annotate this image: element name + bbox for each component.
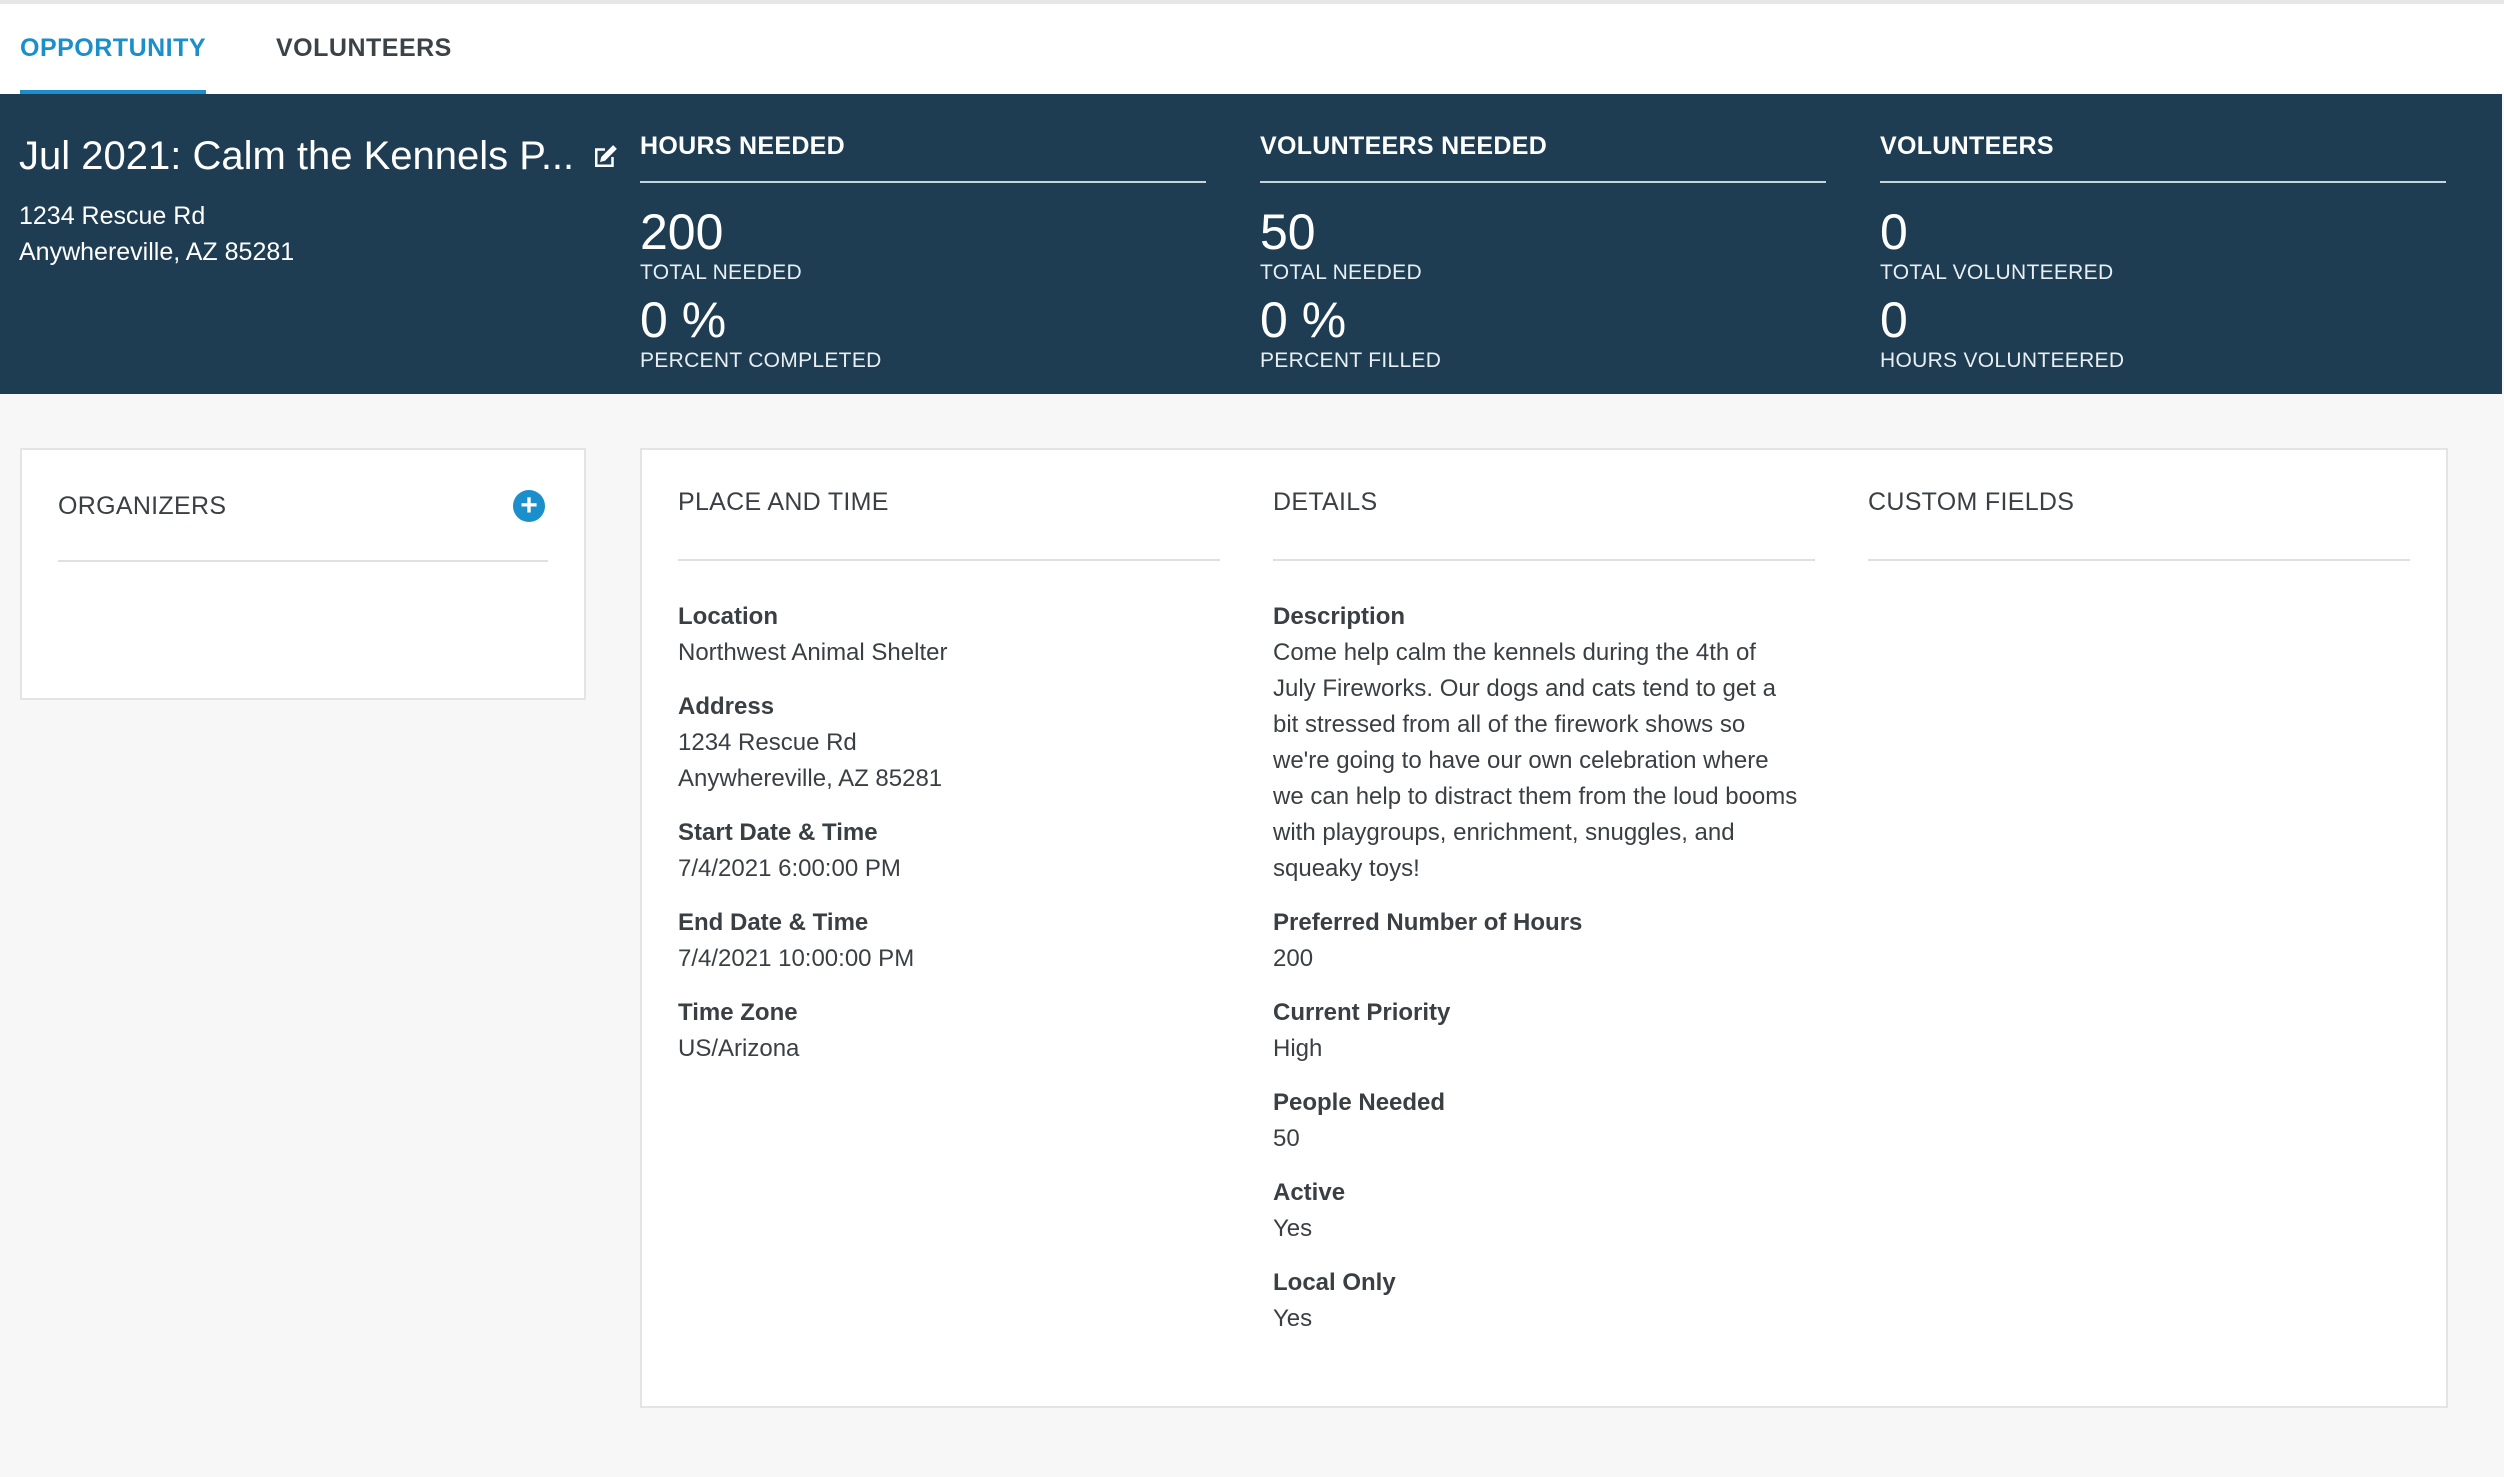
divider (1868, 559, 2410, 561)
stat-label: PERCENT FILLED (1260, 349, 1442, 372)
divider (58, 560, 548, 562)
field-label: Current Priority (1273, 999, 1451, 1026)
field-value: High (1273, 1035, 1323, 1062)
stat-value: 0 % (640, 292, 727, 348)
field-value: Anywhereville, AZ 85281 (678, 765, 943, 792)
opportunity-title: Jul 2021: Calm the Kennels P... (19, 134, 575, 178)
opportunity-header: Jul 2021: Calm the Kennels P... 1234 Res… (0, 94, 2502, 394)
field-end-date: End Date & Time 7/4/2021 10:00:00 PM (678, 905, 1220, 977)
description-line: Come help calm the kennels during the 4t… (1273, 639, 1756, 666)
custom-fields-heading: CUSTOM FIELDS (1868, 488, 2075, 516)
field-value: Yes (1273, 1215, 1313, 1242)
field-time-zone: Time Zone US/Arizona (678, 995, 1220, 1067)
field-start-date: Start Date & Time 7/4/2021 6:00:00 PM (678, 815, 1220, 887)
stat-value: 0 (1880, 292, 1908, 348)
description-line: July Fireworks. Our dogs and cats tend t… (1273, 675, 1776, 702)
field-label: Local Only (1273, 1269, 1396, 1296)
tab-volunteers[interactable]: VOLUNTEERS (276, 4, 452, 94)
field-value: 7/4/2021 6:00:00 PM (678, 855, 901, 882)
organizers-heading: ORGANIZERS (58, 492, 227, 520)
plus-circle-icon[interactable]: + (513, 490, 545, 522)
stat-value: 50 (1260, 204, 1316, 260)
field-label: Location (678, 603, 778, 630)
details-heading: DETAILS (1273, 488, 1378, 516)
field-value: Northwest Animal Shelter (678, 639, 948, 666)
field-description: Description Come help calm the kennels d… (1273, 599, 1833, 887)
field-location: Location Northwest Animal Shelter (678, 599, 1220, 671)
field-active: Active Yes (1273, 1175, 1833, 1247)
stat-volunteers: VOLUNTEERS 0 TOTAL VOLUNTEERED 0 HOURS V… (1880, 132, 2446, 373)
field-address: Address 1234 Rescue Rd Anywhereville, AZ… (678, 689, 1220, 797)
field-value: 50 (1273, 1125, 1300, 1152)
field-label: Time Zone (678, 999, 798, 1026)
description-line: squeaky toys! (1273, 855, 1420, 882)
stat-volunteers-needed: VOLUNTEERS NEEDED 50 TOTAL NEEDED 0 % PE… (1260, 132, 1826, 373)
stat-hours-needed: HOURS NEEDED 200 TOTAL NEEDED 0 % PERCEN… (640, 132, 1206, 373)
stat-value: 0 (1880, 204, 1908, 260)
description-line: we can help to distract them from the lo… (1273, 783, 1798, 810)
stat-label: PERCENT COMPLETED (640, 349, 882, 372)
custom-fields-section: CUSTOM FIELDS (1868, 488, 2410, 561)
place-and-time-section: PLACE AND TIME Location Northwest Animal… (678, 488, 1220, 1067)
field-value: 200 (1273, 945, 1314, 972)
organizers-card: ORGANIZERS + (20, 448, 586, 700)
description-line: we're going to have our own celebration … (1273, 747, 1769, 774)
field-current-priority: Current Priority High (1273, 995, 1833, 1067)
edit-icon[interactable] (590, 142, 620, 172)
stat-heading: VOLUNTEERS NEEDED (1260, 132, 1826, 183)
stat-label: TOTAL VOLUNTEERED (1880, 261, 2114, 284)
field-label: Address (678, 693, 775, 720)
description-line: bit stressed from all of the firework sh… (1273, 711, 1746, 738)
opportunity-details-card: PLACE AND TIME Location Northwest Animal… (640, 448, 2448, 1408)
tab-opportunity[interactable]: OPPORTUNITY (20, 4, 207, 94)
field-preferred-hours: Preferred Number of Hours 200 (1273, 905, 1833, 977)
field-local-only: Local Only Yes (1273, 1265, 1833, 1337)
field-label: End Date & Time (678, 909, 869, 936)
stat-label: TOTAL NEEDED (640, 261, 802, 284)
field-label: Active (1273, 1179, 1346, 1206)
details-section: DETAILS Description Come help calm the k… (1273, 488, 1833, 1337)
header-address-line2: Anywhereville, AZ 85281 (19, 238, 295, 266)
field-value: Yes (1273, 1305, 1313, 1332)
stat-value: 0 % (1260, 292, 1347, 348)
stat-heading: VOLUNTEERS (1880, 132, 2446, 183)
stat-label: TOTAL NEEDED (1260, 261, 1422, 284)
field-label: Description (1273, 603, 1406, 630)
field-value: 7/4/2021 10:00:00 PM (678, 945, 915, 972)
field-label: People Needed (1273, 1089, 1446, 1116)
stat-heading: HOURS NEEDED (640, 132, 1206, 183)
stat-label: HOURS VOLUNTEERED (1880, 349, 2125, 372)
header-address-line1: 1234 Rescue Rd (19, 202, 206, 230)
description-line: with playgroups, enrichment, snuggles, a… (1273, 819, 1735, 846)
field-value: US/Arizona (678, 1035, 800, 1062)
field-people-needed: People Needed 50 (1273, 1085, 1833, 1157)
field-label: Start Date & Time (678, 819, 878, 846)
place-and-time-heading: PLACE AND TIME (678, 488, 889, 516)
stat-value: 200 (640, 204, 724, 260)
tab-bar: OPPORTUNITY VOLUNTEERS (0, 0, 2504, 94)
field-value: 1234 Rescue Rd (678, 729, 857, 756)
field-label: Preferred Number of Hours (1273, 909, 1583, 936)
